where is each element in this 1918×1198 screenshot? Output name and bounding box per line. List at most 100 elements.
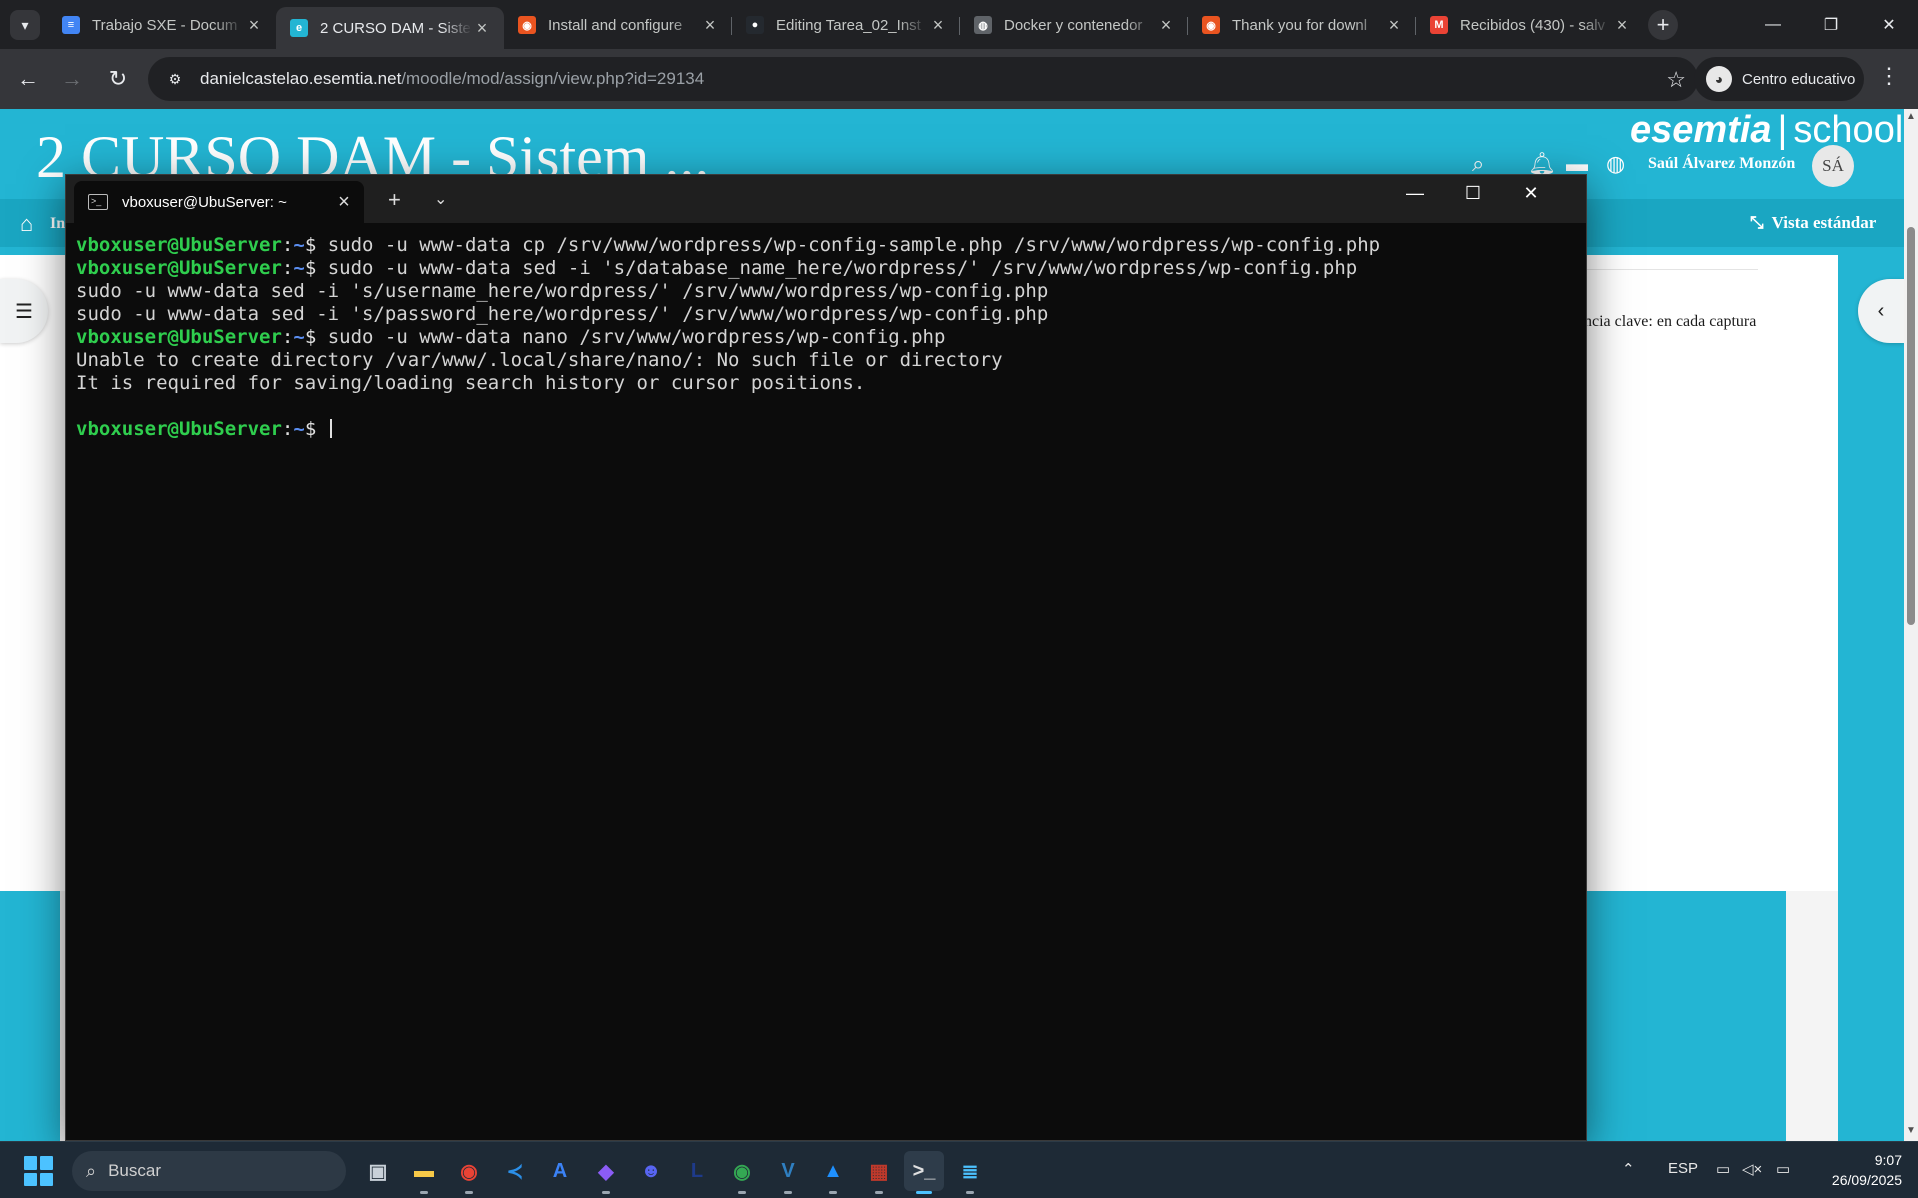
arrow-left-icon: ←	[17, 66, 39, 91]
terminal-maximize-button[interactable]: ☐	[1444, 183, 1502, 204]
close-tab-icon[interactable]: ×	[244, 15, 264, 36]
prompt-path: ~	[293, 326, 305, 348]
browser-tab[interactable]: ◉ Thank you for downl ×	[1188, 7, 1416, 43]
terminal-icon: >_	[88, 194, 108, 210]
new-terminal-tab-button[interactable]: +	[388, 187, 401, 213]
running-indicator	[784, 1191, 792, 1194]
close-tab-icon[interactable]: ×	[1612, 15, 1632, 36]
terminal-output[interactable]: vboxuser@UbuServer:~$ sudo -u www-data c…	[76, 234, 1576, 441]
plus-icon: +	[1656, 12, 1670, 37]
taskbar-search[interactable]: ⌕ Buscar	[72, 1151, 346, 1191]
discord-icon[interactable]: ☻	[631, 1151, 671, 1191]
file-explorer-icon[interactable]: ▬	[404, 1151, 444, 1191]
tab-search-button[interactable]: ▾	[10, 10, 40, 40]
forward-button[interactable]: →	[56, 63, 88, 95]
start-button[interactable]	[24, 1156, 54, 1186]
restore-button[interactable]: ❐	[1802, 0, 1860, 49]
close-tab-icon[interactable]: ×	[324, 191, 364, 214]
close-tab-icon[interactable]: ×	[1384, 15, 1404, 36]
close-window-button[interactable]: ✕	[1860, 0, 1918, 49]
prompt-user: vboxuser@UbuServer	[76, 234, 282, 256]
notepad-icon[interactable]: ≣	[950, 1151, 990, 1191]
address-bar[interactable]: ⚙ danielcastelao.esemtia.net/moodle/mod/…	[148, 57, 1698, 101]
home-icon[interactable]: ⌂	[20, 211, 33, 237]
prompt-dollar: $	[304, 418, 328, 440]
terminal-tab-title: vboxuser@UbuServer: ~	[122, 193, 287, 211]
paint-icon[interactable]: ▲	[813, 1151, 853, 1191]
scrollbar-thumb[interactable]	[1907, 227, 1915, 625]
view-mode-toggle[interactable]: ⤡ Vista estándar	[1750, 213, 1876, 233]
app-l-icon[interactable]: L	[677, 1151, 717, 1191]
close-tab-icon[interactable]: ×	[472, 18, 492, 39]
output-text: sudo -u www-data sed -i 's/password_here…	[76, 303, 1049, 325]
url-text[interactable]: danielcastelao.esemtia.net/moodle/mod/as…	[200, 69, 704, 89]
chrome-icon[interactable]: ◉	[449, 1151, 489, 1191]
site-info-icon[interactable]: ⚙	[162, 66, 188, 92]
bookmark-star-icon[interactable]: ☆	[1666, 67, 1686, 93]
show-hidden-icons-icon[interactable]: ⌃	[1622, 1160, 1635, 1178]
tab-title: Thank you for downl	[1232, 16, 1368, 34]
volume-muted-icon[interactable]: ◁×	[1742, 1160, 1762, 1178]
vscode-icon[interactable]: ≺	[495, 1151, 535, 1191]
language-globe-icon[interactable]: ◍	[1606, 151, 1625, 177]
home-link[interactable]: In	[50, 215, 65, 233]
chrome-profile-icon[interactable]: ◉	[722, 1151, 762, 1191]
tab-title: Trabajo SXE - Docum	[92, 16, 238, 34]
app-a-icon[interactable]: A	[540, 1151, 580, 1191]
tab-title: Editing Tarea_02_Inst	[776, 16, 921, 34]
browser-tab[interactable]: ◍ Docker y contenedor ×	[960, 7, 1188, 43]
terminal-command-line: vboxuser@UbuServer:~$ sudo -u www-data s…	[76, 257, 1576, 280]
terminal-close-button[interactable]: ✕	[1502, 183, 1560, 204]
winrar-icon[interactable]: ▦	[859, 1151, 899, 1191]
user-avatar[interactable]: SÁ	[1812, 145, 1854, 187]
browser-tab[interactable]: e 2 CURSO DAM - Siste ×	[276, 7, 504, 49]
close-tab-icon[interactable]: ×	[1156, 15, 1176, 36]
system-clock[interactable]: 9:07 26/09/2025	[1806, 1150, 1902, 1190]
terminal-output-line: sudo -u www-data sed -i 's/password_here…	[76, 303, 1576, 326]
obsidian-icon[interactable]: ◆	[586, 1151, 626, 1191]
profile-button[interactable]: ◕ Centro educativo	[1694, 57, 1864, 101]
profile-label: Centro educativo	[1742, 70, 1856, 88]
command-text: sudo -u www-data nano /srv/www/wordpress…	[327, 326, 946, 348]
terminal-profiles-dropdown[interactable]: ⌄	[434, 189, 447, 209]
terminal-minimize-button[interactable]: —	[1386, 183, 1444, 204]
scroll-up-icon[interactable]: ▲	[1905, 111, 1917, 122]
terminal-icon[interactable]: >_	[904, 1151, 944, 1191]
input-language[interactable]: ESP	[1668, 1160, 1698, 1177]
browser-menu-icon[interactable]: ⋮	[1878, 63, 1900, 89]
browser-tab[interactable]: M Recibidos (430) - salv ×	[1416, 7, 1644, 43]
scroll-down-icon[interactable]: ▼	[1905, 1125, 1917, 1136]
minimize-icon: —	[1765, 15, 1781, 33]
chevron-down-icon: ▾	[21, 16, 29, 33]
desktop: ▾ ≡ Trabajo SXE - Docum × e 2 CURSO DAM - Si…	[0, 0, 1918, 1198]
prompt-user: vboxuser@UbuServer	[76, 418, 282, 440]
browser-tab[interactable]: ● Editing Tarea_02_Inst ×	[732, 7, 960, 43]
minimize-button[interactable]: —	[1744, 0, 1802, 49]
prompt-dollar: $	[304, 257, 328, 279]
esemtia-logo: esemtia | school	[1630, 109, 1904, 151]
prompt-colon: :	[281, 326, 294, 348]
browser-tab[interactable]: ≡ Trabajo SXE - Docum ×	[48, 7, 276, 43]
clock-date: 26/09/2025	[1831, 1172, 1902, 1188]
back-button[interactable]: ←	[12, 63, 44, 95]
taskview-icon[interactable]: ▣	[358, 1151, 398, 1191]
reload-button[interactable]: ↻	[102, 63, 134, 95]
close-tab-icon[interactable]: ×	[700, 15, 720, 36]
list-icon: ☰	[15, 300, 33, 323]
page-scrollbar[interactable]: ▲ ▼	[1904, 109, 1918, 1141]
running-indicator	[875, 1191, 883, 1194]
network-icon[interactable]: ▭	[1716, 1160, 1730, 1178]
output-text: Unable to create directory /var/www/.loc…	[76, 349, 1003, 371]
terminal-tab[interactable]: >_ vboxuser@UbuServer: ~ ×	[74, 181, 364, 223]
battery-icon[interactable]: ▭	[1776, 1160, 1790, 1178]
virtualbox-icon[interactable]: V	[768, 1151, 808, 1191]
browser-toolbar: ← → ↻ ⚙ danielcastelao.esemtia.net/moodl…	[0, 49, 1918, 109]
globe-icon: ◍	[974, 16, 992, 34]
browser-tab[interactable]: ◉ Install and configure ×	[504, 7, 732, 43]
user-name[interactable]: Saúl Álvarez Monzón	[1648, 155, 1795, 173]
block-drawer-toggle[interactable]: ‹	[1858, 279, 1904, 343]
new-tab-button[interactable]: +	[1648, 10, 1678, 40]
close-tab-icon[interactable]: ×	[928, 15, 948, 36]
browser-tab-strip: ▾ ≡ Trabajo SXE - Docum × e 2 CURSO DAM - Si…	[0, 0, 1918, 49]
terminal-title-bar: >_ vboxuser@UbuServer: ~ × + ⌄ — ☐ ✕	[66, 175, 1586, 223]
